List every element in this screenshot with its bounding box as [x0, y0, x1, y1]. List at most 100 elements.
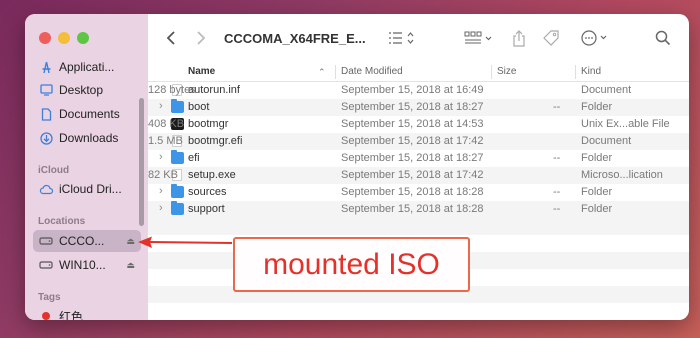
sort-chevron-icon: ⌃ [318, 67, 326, 77]
file-kind: Folder [581, 101, 613, 113]
table-row[interactable]: › efi September 15, 2018 at 18:27 -- Folder [148, 150, 689, 167]
sidebar-item-label: Downloads [59, 131, 119, 145]
table-row[interactable]: bootmgr September 15, 2018 at 14:53 408 KB… [148, 116, 689, 133]
sidebar-item-label: 红色 [59, 309, 84, 321]
sidebar-item-tag-red[interactable]: 红色 [33, 305, 141, 320]
icloud-header: iCloud [38, 165, 70, 176]
column-size[interactable]: Size [497, 66, 516, 77]
annotation-callout: mounted ISO [233, 237, 470, 292]
disclosure-chevron-icon[interactable]: › [159, 202, 163, 214]
sidebar-item-label: Applicati... [59, 60, 115, 74]
sidebar: Applicati... Desktop Documents Downloads… [25, 14, 148, 320]
group-button[interactable] [464, 27, 494, 49]
sidebar-scrollbar[interactable] [139, 98, 144, 226]
sidebar-item-label: CCCO... [59, 234, 105, 248]
tags-header: Tags [38, 292, 61, 303]
sidebar-item-ccco-disk[interactable]: CCCO... ⏏ [33, 230, 141, 252]
file-size: -- [553, 203, 561, 215]
sidebar-item-label: WIN10... [59, 258, 106, 272]
sidebar-item-desktop[interactable]: Desktop [33, 79, 141, 101]
file-size: -- [553, 101, 561, 113]
cloud-icon [39, 182, 53, 196]
window-controls [39, 32, 89, 44]
file-kind: Unix Ex...able File [581, 118, 670, 130]
search-button[interactable] [655, 27, 671, 49]
tag-dot-icon [39, 309, 53, 320]
column-separator [335, 65, 336, 79]
table-row[interactable]: autorun.inf September 15, 2018 at 16:49 12… [148, 82, 689, 99]
annotation-text: mounted ISO [263, 247, 440, 281]
sidebar-item-applications[interactable]: Applicati... [33, 56, 141, 78]
file-kind: Folder [581, 186, 613, 198]
documents-icon [39, 107, 53, 121]
sidebar-item-downloads[interactable]: Downloads [33, 127, 141, 149]
column-header-row: Name ⌃ Date Modified Size Kind [148, 62, 689, 82]
folder-icon [171, 184, 184, 198]
share-icon [513, 29, 525, 47]
locations-header: Locations [38, 216, 86, 227]
column-separator [575, 65, 576, 79]
table-row[interactable]: bootmgr.efi September 15, 2018 at 17:42 1.… [148, 133, 689, 150]
file-size: 1.5 MB [148, 135, 183, 147]
file-date-modified: September 15, 2018 at 18:28 [341, 186, 484, 198]
file-size: -- [553, 152, 561, 164]
folder-icon [171, 150, 184, 164]
eject-icon[interactable]: ⏏ [126, 260, 135, 271]
disk-icon [39, 234, 53, 248]
zoom-button[interactable] [77, 32, 89, 44]
close-button[interactable] [39, 32, 51, 44]
file-date-modified: September 15, 2018 at 18:27 [341, 152, 484, 164]
list-view-button[interactable] [388, 27, 416, 49]
back-button[interactable] [160, 27, 182, 49]
file-size: 82 KB [148, 169, 178, 181]
table-row[interactable]: › sources September 15, 2018 at 18:28 -- Fol… [148, 184, 689, 201]
forward-button[interactable] [190, 27, 212, 49]
applications-icon [39, 60, 53, 74]
downloads-icon [39, 131, 53, 145]
list-view-icon [389, 32, 414, 44]
ellipsis-icon [581, 30, 607, 46]
file-size: 128 bytes [148, 84, 196, 96]
column-name[interactable]: Name [188, 66, 215, 77]
window-title: CCCOMA_X64FRE_E... [224, 30, 366, 46]
eject-icon[interactable]: ⏏ [126, 236, 135, 247]
empty-row [148, 218, 689, 235]
folder-icon [171, 99, 184, 113]
sidebar-item-label: iCloud Dri... [59, 182, 122, 196]
tag-button[interactable] [542, 27, 560, 49]
file-name: sources [188, 186, 227, 198]
tag-icon [543, 30, 559, 46]
disclosure-chevron-icon[interactable]: › [159, 151, 163, 163]
empty-row [148, 303, 689, 320]
disk-icon [39, 258, 53, 272]
sidebar-item-label: Desktop [59, 83, 104, 97]
file-date-modified: September 15, 2018 at 18:28 [341, 203, 484, 215]
file-date-modified: September 15, 2018 at 18:27 [341, 101, 484, 113]
minimize-button[interactable] [58, 32, 70, 44]
sidebar-item-win10-disk[interactable]: WIN10... ⏏ [33, 254, 141, 276]
share-button[interactable] [512, 27, 526, 49]
desktop-icon [39, 83, 53, 97]
file-name: boot [188, 101, 210, 113]
file-size: 408 KB [148, 118, 185, 130]
disclosure-chevron-icon[interactable]: › [159, 100, 163, 112]
file-kind: Microso...lication [581, 169, 663, 181]
group-icon [464, 31, 492, 44]
search-icon [655, 30, 671, 46]
sidebar-item-documents[interactable]: Documents [33, 103, 141, 125]
sidebar-item-icloud-drive[interactable]: iCloud Dri... [33, 178, 141, 200]
disclosure-chevron-icon[interactable]: › [159, 185, 163, 197]
annotation-arrow [138, 236, 233, 248]
more-actions-button[interactable] [581, 27, 611, 49]
column-kind[interactable]: Kind [581, 66, 601, 77]
file-name: efi [188, 152, 200, 164]
column-date-modified[interactable]: Date Modified [341, 66, 403, 77]
file-name: support [188, 203, 225, 215]
file-kind: Document [581, 135, 632, 147]
file-kind: Folder [581, 203, 613, 215]
file-kind: Folder [581, 152, 613, 164]
table-row[interactable]: › support September 15, 2018 at 18:28 -- Fol… [148, 201, 689, 218]
table-row[interactable]: › boot September 15, 2018 at 18:27 -- Folder [148, 99, 689, 116]
table-row[interactable]: setup.exe September 15, 2018 at 17:42 82 K… [148, 167, 689, 184]
toolbar: CCCOMA_X64FRE_E... [148, 14, 689, 62]
